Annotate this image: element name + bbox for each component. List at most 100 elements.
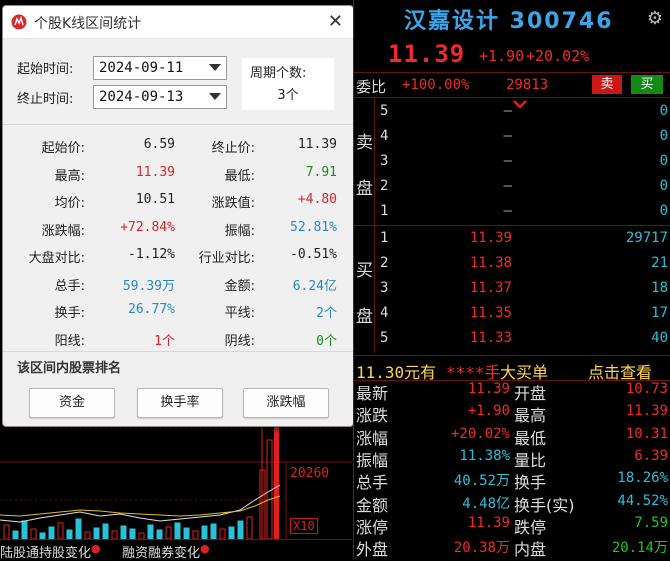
volume-bar: [120, 525, 127, 539]
quote-value: 40.52万: [453, 473, 510, 490]
volume-scale-label: 20260: [290, 466, 330, 481]
end-date-picker[interactable]: 2024-09-13: [93, 85, 227, 109]
ask-volume: 0: [659, 153, 668, 169]
ask-price[interactable]: –: [434, 128, 512, 144]
bid-price[interactable]: 11.37: [434, 280, 512, 296]
bid-volume: 40: [651, 330, 668, 346]
buy-side-label-2: 盘: [356, 307, 373, 327]
volume-bar: [219, 528, 226, 539]
quote-panel: 汉嘉设计 300746 ⚙ 11.39 +1.90 +20.02% 委比 +10…: [353, 0, 670, 559]
bid-volume: 18: [651, 280, 668, 296]
quote-value: +20.02%: [450, 425, 510, 442]
bid-volume: 29717: [625, 230, 668, 246]
order-ratio-row: 委比 +100.00% 29813 卖 买: [354, 72, 670, 98]
quote-label: 最低: [514, 428, 547, 448]
quote-value: +1.90: [467, 403, 510, 420]
order-ratio-label: 委比: [356, 78, 387, 96]
quote-value: 11.38%: [459, 447, 510, 464]
last-price: 11.39: [388, 40, 466, 68]
big-buy-view-link[interactable]: 点击查看: [588, 359, 652, 383]
stat-value: 11.39: [297, 137, 337, 152]
quote-value: 11.39: [467, 514, 510, 531]
rank-by-turnover-button[interactable]: 换手率: [137, 388, 223, 418]
stat-label: 金额:: [224, 278, 255, 294]
start-date-picker[interactable]: 2024-09-11: [93, 56, 227, 80]
quote-label: 振幅: [356, 450, 389, 470]
close-icon[interactable]: ✕: [328, 11, 343, 32]
price-line: 11.39 +1.90 +20.02%: [354, 40, 670, 68]
bid-price[interactable]: 11.38: [434, 255, 512, 271]
ask-price[interactable]: –: [434, 153, 512, 169]
quote-value: 10.73: [625, 381, 668, 397]
tab-northbound-holdings[interactable]: 陆股通持股变化●: [0, 542, 101, 561]
volume-bar: [84, 531, 91, 539]
sell-side-label-2: 盘: [356, 179, 373, 199]
ask-volume: 0: [659, 203, 668, 219]
volume-bar: [12, 530, 19, 539]
quote-value: 6.39: [634, 447, 668, 464]
gear-icon[interactable]: ⚙: [647, 8, 663, 29]
bid-level: 5: [380, 330, 389, 346]
ask-price[interactable]: –: [434, 103, 512, 119]
stat-value: 0个: [316, 333, 337, 349]
big-buy-order-bar[interactable]: 11.30元有 ****手 大买单 点击查看: [354, 355, 670, 383]
volume-bar: [75, 518, 82, 539]
bid-price[interactable]: 11.33: [434, 330, 512, 346]
stat-value: +4.80: [297, 192, 337, 207]
stat-label: 换手:: [54, 306, 85, 321]
stat-value: 59.39万: [122, 278, 175, 294]
quote-label: 换手: [514, 473, 547, 493]
stat-label: 最高:: [54, 168, 85, 184]
volume-bar: [102, 523, 109, 539]
dropdown-arrow-icon[interactable]: [209, 64, 221, 71]
stat-label: 平线:: [224, 306, 255, 321]
quote-value: 18.26%: [617, 470, 668, 487]
stat-label: 均价:: [54, 196, 85, 211]
dialog-title: 个股K线区间统计: [34, 16, 142, 32]
chevron-down-icon[interactable]: [511, 98, 529, 112]
tab-margin-trading[interactable]: 融资融券变化●: [122, 542, 210, 561]
divider: [3, 351, 353, 352]
period-count-value: 3个: [277, 88, 299, 103]
quote-label: 最高: [514, 406, 547, 426]
quote-label: 涨跌: [356, 406, 389, 426]
stat-label: 阴线:: [224, 333, 255, 349]
stat-value: 7.91: [305, 164, 337, 180]
volume-bar: [174, 522, 181, 539]
dropdown-arrow-icon[interactable]: [209, 93, 221, 100]
big-buy-volume: ****手: [446, 363, 501, 382]
stat-label: 振幅:: [224, 223, 255, 239]
bid-price[interactable]: 11.35: [434, 305, 512, 321]
quote-label: 开盘: [514, 384, 547, 403]
quote-value: 20.14万: [611, 540, 668, 557]
volume-bar: [66, 529, 73, 539]
stat-value: 6.24亿: [292, 278, 337, 294]
sell-button[interactable]: 卖: [592, 75, 622, 94]
buy-button[interactable]: 买: [631, 75, 663, 94]
quote-value: 7.59: [634, 514, 668, 531]
stat-value: -0.51%: [290, 247, 337, 262]
ask-price[interactable]: –: [434, 178, 512, 194]
ask-price[interactable]: –: [434, 203, 512, 219]
divider: [354, 225, 670, 226]
stat-label: 终止价:: [211, 141, 255, 156]
quote-value: 10.31: [625, 425, 668, 442]
rank-by-capital-button[interactable]: 资金: [29, 388, 115, 418]
volume-bar: [183, 527, 190, 539]
stat-value: -1.12%: [128, 247, 175, 262]
quote-value: 20.38万: [453, 540, 510, 557]
rank-section-title: 该区间内股票排名: [17, 361, 122, 376]
rank-by-change-button[interactable]: 涨跌幅: [243, 388, 329, 418]
volume-bar: [210, 523, 217, 539]
stat-label: 总手:: [54, 278, 85, 294]
bid-level: 1: [380, 230, 389, 246]
volume-bar: [3, 524, 10, 539]
volume-bar: [57, 522, 64, 539]
quote-label: 最新: [356, 384, 389, 403]
stat-label: 涨跌幅:: [41, 223, 85, 239]
dialog-titlebar[interactable]: 个股K线区间统计 ✕: [3, 6, 353, 39]
bid-price[interactable]: 11.39: [434, 230, 512, 246]
sell-side-label-1: 卖: [356, 133, 373, 153]
chart-bottom-tabs: 陆股通持股变化● 融资融券变化●: [0, 539, 352, 561]
volume-bar: [156, 529, 163, 539]
